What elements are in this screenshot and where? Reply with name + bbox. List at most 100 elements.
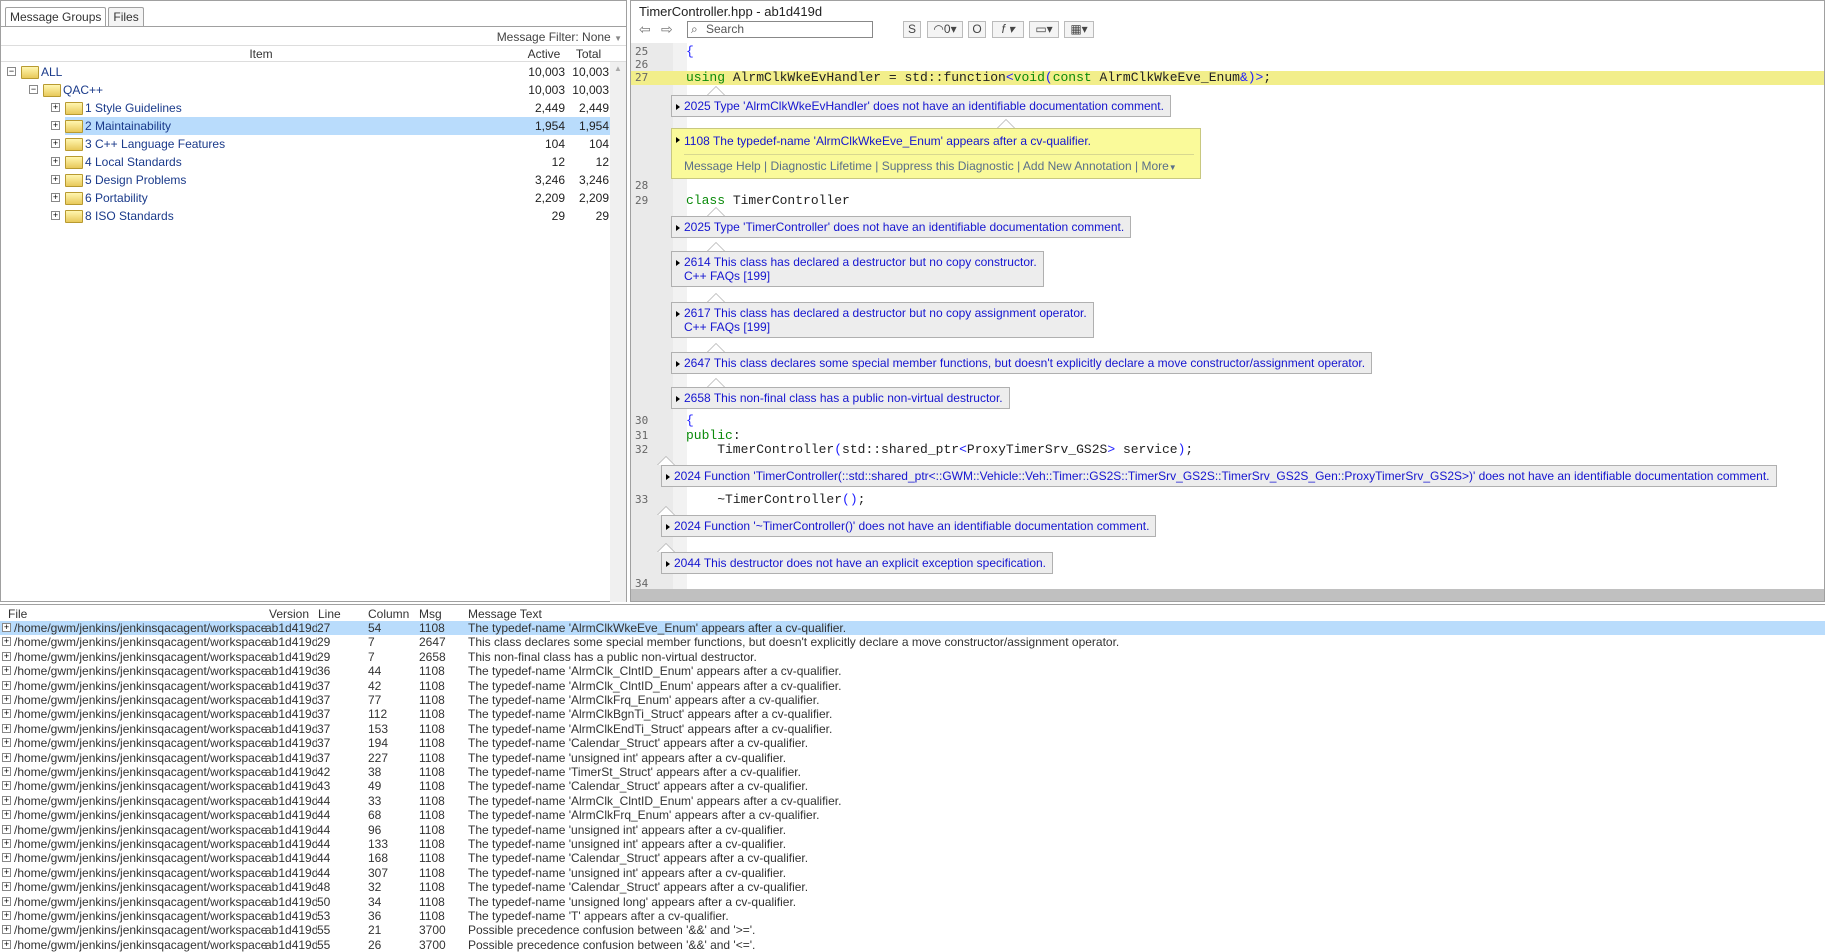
expand-icon[interactable]: + (2, 795, 11, 805)
search-input[interactable]: ⌕ Search (687, 21, 873, 38)
table-row[interactable]: +/home/gwm/jenkins/jenkinsqacagent/works… (0, 635, 1825, 649)
expand-icon[interactable]: + (2, 882, 11, 892)
faq-reference-link[interactable]: C++ FAQs [199] (684, 320, 770, 334)
diagnostic-bubble[interactable]: 1108 The typedef-name 'AlrmClkWkeEve_Enu… (671, 128, 1201, 179)
code-line[interactable]: ~TimerController(); (686, 492, 865, 507)
collapse-icon[interactable]: − (7, 67, 16, 76)
expand-icon[interactable]: + (51, 175, 60, 184)
diagnostic-id[interactable]: 2647 (684, 356, 711, 370)
table-row[interactable]: +/home/gwm/jenkins/jenkinsqacagent/works… (0, 693, 1825, 707)
action-more[interactable]: More (1141, 159, 1168, 173)
table-row[interactable]: +/home/gwm/jenkins/jenkinsqacagent/works… (0, 765, 1825, 779)
grid-dropdown[interactable]: ▦▾ (1064, 21, 1094, 38)
table-row[interactable]: +/home/gwm/jenkins/jenkinsqacagent/works… (0, 621, 1825, 635)
table-row[interactable]: +/home/gwm/jenkins/jenkinsqacagent/works… (0, 808, 1825, 822)
table-row[interactable]: +/home/gwm/jenkins/jenkinsqacagent/works… (0, 794, 1825, 808)
table-row[interactable]: +/home/gwm/jenkins/jenkinsqacagent/works… (0, 938, 1825, 952)
code-line[interactable]: using AlrmClkWkeEvHandler = std::functio… (686, 70, 1271, 85)
table-row[interactable]: +/home/gwm/jenkins/jenkinsqacagent/works… (0, 909, 1825, 923)
column-header-column[interactable]: Column (368, 607, 409, 621)
table-row[interactable]: +/home/gwm/jenkins/jenkinsqacagent/works… (0, 779, 1825, 793)
expand-icon[interactable]: + (2, 709, 11, 719)
code-line[interactable]: class TimerController (686, 193, 850, 208)
diagnostic-id[interactable]: 2658 (684, 391, 711, 405)
diagnostic-id[interactable]: 2617 (684, 306, 711, 320)
action-suppress-this-diagnostic[interactable]: Suppress this Diagnostic (882, 159, 1014, 173)
expand-icon[interactable]: + (2, 925, 11, 935)
expand-icon[interactable]: + (2, 839, 11, 848)
table-row[interactable]: +/home/gwm/jenkins/jenkinsqacagent/works… (0, 880, 1825, 894)
tree-item[interactable]: +2 Maintainability 1,954 1,954 (51, 117, 610, 135)
expand-icon[interactable]: + (51, 103, 60, 112)
table-row[interactable]: +/home/gwm/jenkins/jenkinsqacagent/works… (0, 707, 1825, 721)
table-row[interactable]: +/home/gwm/jenkins/jenkinsqacagent/works… (0, 751, 1825, 765)
expand-icon[interactable]: + (51, 121, 60, 130)
action-message-help[interactable]: Message Help (684, 159, 761, 173)
diagnostic-id[interactable]: 2025 (684, 220, 711, 234)
expand-icon[interactable]: + (51, 211, 60, 220)
tree-item[interactable]: +4 Local Standards 12 12 (1, 153, 610, 171)
tree-item[interactable]: − ALL 10,003 10,003 (1, 63, 610, 81)
message-filter-dropdown[interactable]: Message Filter: None ▼ (497, 30, 622, 44)
expand-icon[interactable]: + (51, 139, 60, 148)
code-line[interactable]: { (686, 44, 694, 59)
expand-icon[interactable]: + (2, 810, 11, 820)
diagnostic-id[interactable]: 2024 (674, 519, 701, 533)
action-add-new-annotation[interactable]: Add New Annotation (1023, 159, 1132, 173)
table-row[interactable]: +/home/gwm/jenkins/jenkinsqacagent/works… (0, 722, 1825, 736)
comment-dropdown[interactable]: ▭▾ (1029, 21, 1059, 38)
o-button[interactable]: O (968, 21, 986, 38)
expand-icon[interactable]: + (2, 651, 11, 661)
tree-item[interactable]: +1 Style Guidelines 2,449 2,449 (1, 99, 610, 117)
column-header-file[interactable]: File (8, 607, 27, 621)
expand-icon[interactable]: + (2, 767, 11, 776)
tree-item[interactable]: +8 ISO Standards 29 29 (1, 207, 610, 225)
table-row[interactable]: +/home/gwm/jenkins/jenkinsqacagent/works… (0, 664, 1825, 678)
expand-icon[interactable]: + (2, 723, 11, 733)
tree-item[interactable]: +5 Design Problems 3,246 3,246 (1, 171, 610, 189)
faq-reference-link[interactable]: C++ FAQs [199] (684, 269, 770, 283)
column-header-item[interactable]: Item (1, 47, 521, 61)
diagnostic-id[interactable]: 2024 (674, 469, 701, 483)
column-header-total[interactable]: Total (567, 47, 610, 61)
diagnostic-bubble[interactable]: 2044 This destructor does not have an ex… (661, 552, 1054, 574)
expand-icon[interactable]: + (51, 157, 60, 166)
expand-icon[interactable]: + (2, 637, 11, 647)
code-line[interactable]: public: (686, 428, 741, 443)
column-header-message-text[interactable]: Message Text (468, 607, 542, 621)
tab-files[interactable]: Files (108, 7, 144, 26)
forward-arrow-icon[interactable]: ⇨ (661, 21, 673, 38)
table-row[interactable]: +/home/gwm/jenkins/jenkinsqacagent/works… (0, 736, 1825, 750)
table-row[interactable]: +/home/gwm/jenkins/jenkinsqacagent/works… (0, 650, 1825, 664)
expand-icon[interactable]: + (2, 752, 11, 762)
table-row[interactable]: +/home/gwm/jenkins/jenkinsqacagent/works… (0, 923, 1825, 937)
table-row[interactable]: +/home/gwm/jenkins/jenkinsqacagent/works… (0, 823, 1825, 837)
diagnostic-bubble[interactable]: 2647 This class declares some special me… (671, 352, 1373, 374)
diagnostic-bubble[interactable]: 2024 Function '~TimerController()' does … (661, 515, 1157, 537)
expand-icon[interactable]: + (2, 939, 11, 949)
collapse-icon[interactable]: − (29, 85, 38, 94)
chevron-down-icon[interactable]: ▼ (1169, 163, 1177, 172)
table-row[interactable]: +/home/gwm/jenkins/jenkinsqacagent/works… (0, 837, 1825, 851)
table-row[interactable]: +/home/gwm/jenkins/jenkinsqacagent/works… (0, 866, 1825, 880)
gauge-dropdown[interactable]: ◠0▾ (927, 21, 963, 38)
diagnostic-bubble[interactable]: 2658 This non-final class has a public n… (671, 387, 1010, 409)
expand-icon[interactable]: + (2, 623, 11, 632)
expand-icon[interactable]: + (2, 695, 11, 704)
expand-icon[interactable]: + (2, 738, 11, 748)
expand-icon[interactable]: + (2, 824, 11, 834)
scroll-up-icon[interactable]: ▲ (614, 64, 622, 73)
s-button[interactable]: S (903, 21, 921, 38)
diagnostic-id[interactable]: 1108 (684, 134, 710, 148)
diagnostic-id[interactable]: 2614 (684, 255, 711, 269)
column-header-active[interactable]: Active (521, 47, 567, 61)
diagnostic-bubble[interactable]: 2025 Type 'AlrmClkWkeEvHandler' does not… (671, 95, 1171, 117)
column-header-version[interactable]: Version (269, 607, 309, 621)
diagnostic-bubble[interactable]: 2617 This class has declared a destructo… (671, 302, 1094, 338)
back-arrow-icon[interactable]: ⇦ (639, 21, 651, 38)
expand-icon[interactable]: + (2, 781, 11, 791)
tree-item[interactable]: +6 Portability 2,209 2,209 (1, 189, 610, 207)
diagnostic-bubble[interactable]: 2024 Function 'TimerController(::std::sh… (661, 465, 1777, 487)
expand-icon[interactable]: + (51, 193, 60, 202)
horizontal-scrollbar[interactable] (631, 589, 1824, 601)
